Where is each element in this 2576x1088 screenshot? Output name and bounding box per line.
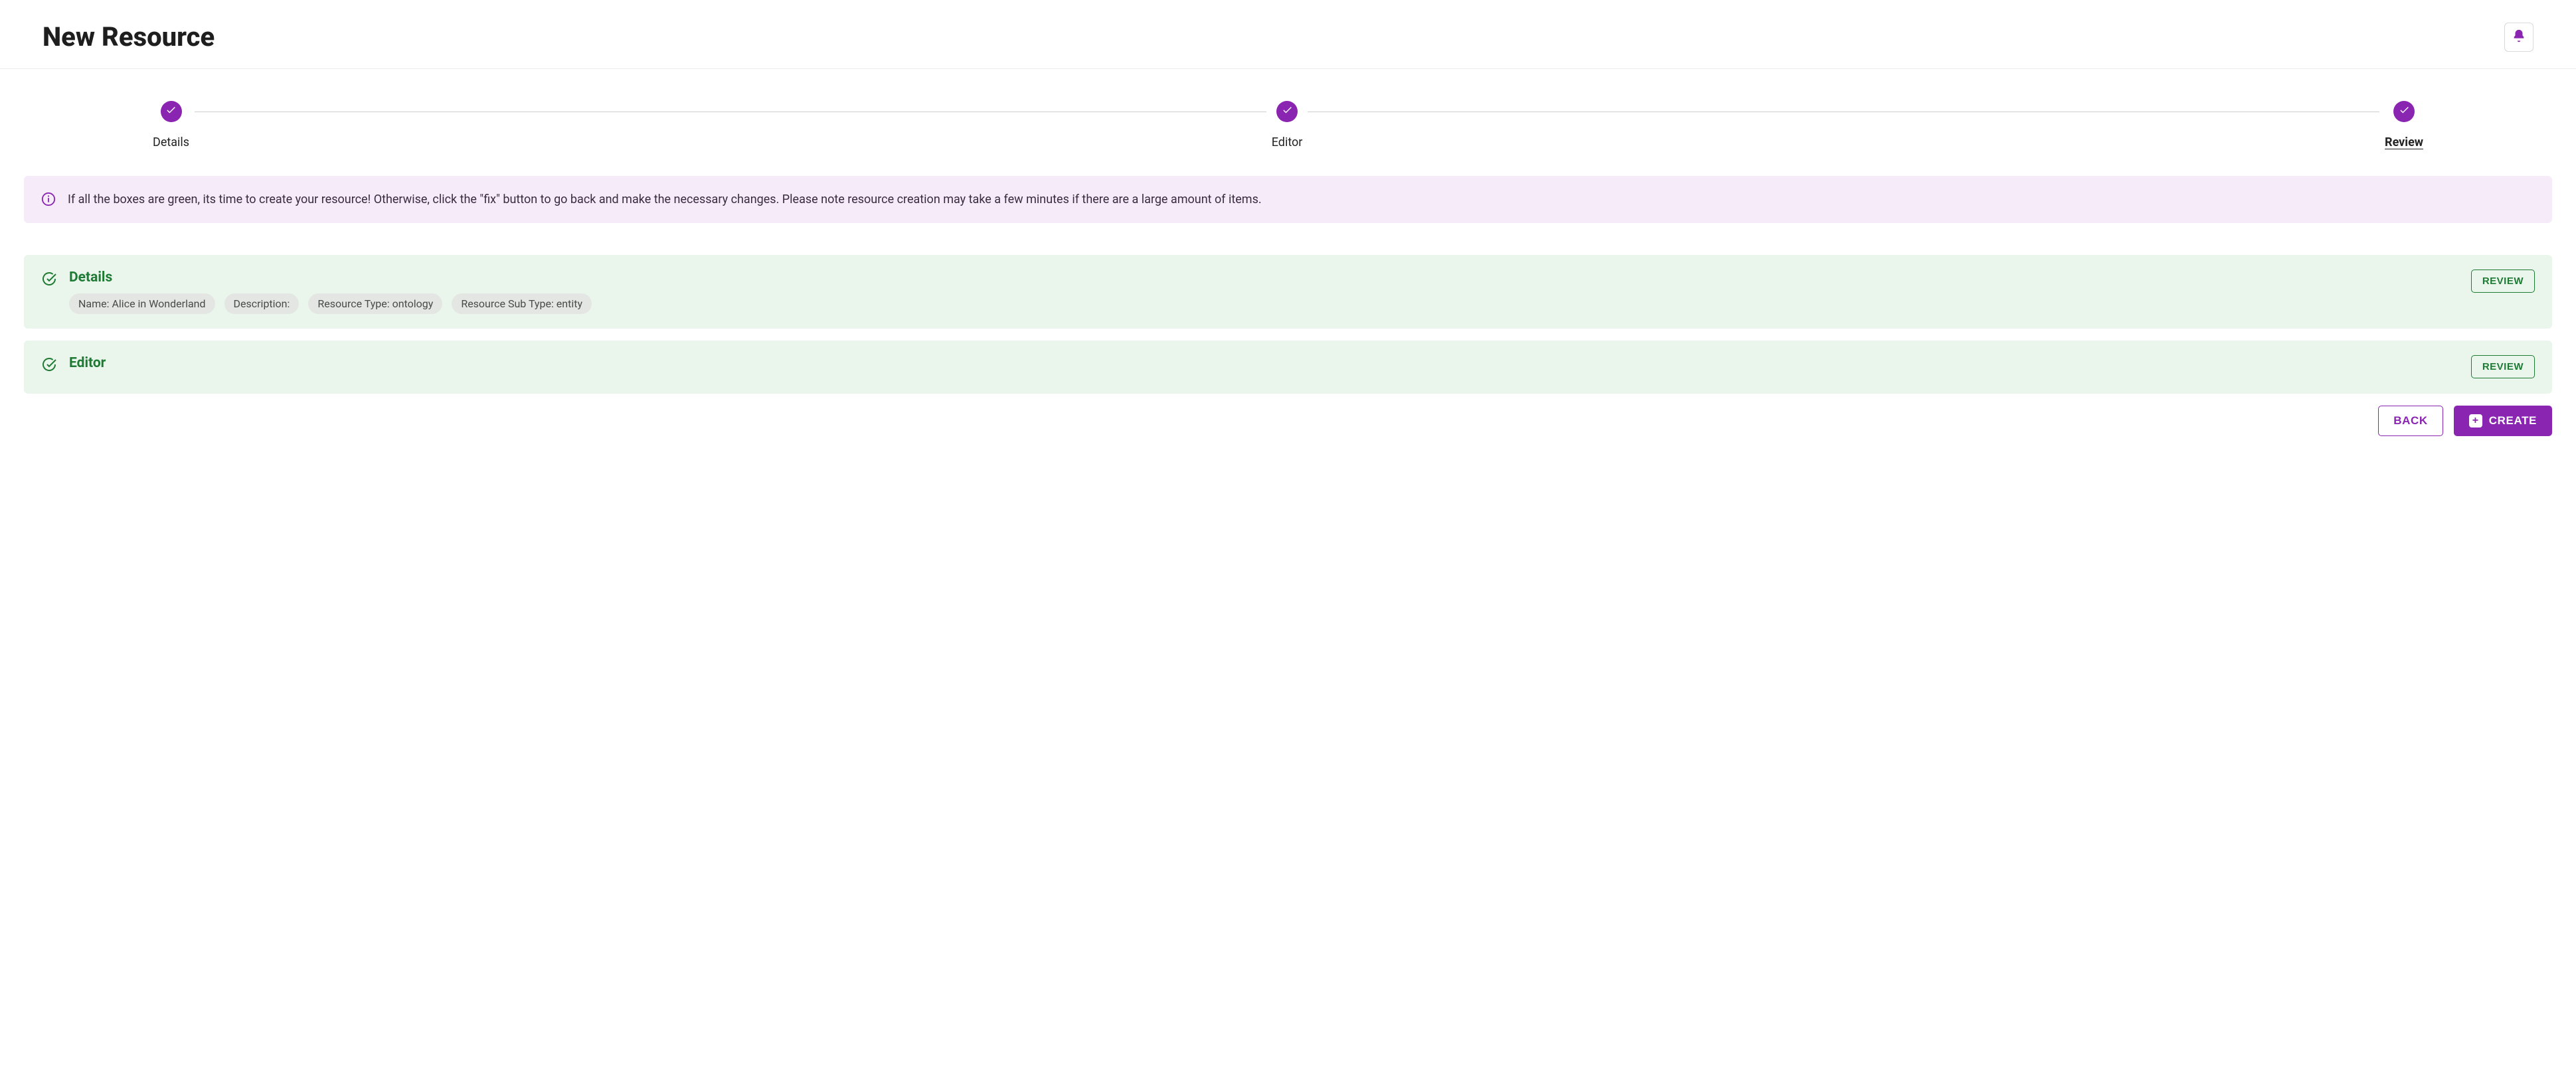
chip-name: Name: Alice in Wonderland xyxy=(69,293,215,314)
chip-description: Description: xyxy=(224,293,300,314)
content-area: If all the boxes are green, its time to … xyxy=(0,176,2576,463)
step-circle xyxy=(2393,101,2415,122)
chip-resource-subtype: Resource Sub Type: entity xyxy=(452,293,592,314)
review-editor-button[interactable]: REVIEW xyxy=(2471,355,2535,378)
info-banner: If all the boxes are green, its time to … xyxy=(24,176,2552,223)
success-check-icon xyxy=(41,271,57,287)
card-title: Details xyxy=(69,270,2459,285)
card-title: Editor xyxy=(69,355,2459,371)
info-icon xyxy=(41,192,56,206)
review-card-details: Details Name: Alice in Wonderland Descri… xyxy=(24,255,2552,329)
step-details[interactable]: Details xyxy=(153,101,189,149)
step-label: Editor xyxy=(1272,135,1303,149)
step-label: Review xyxy=(2385,135,2423,149)
stepper: Details Editor Review xyxy=(0,69,2576,176)
page-title: New Resource xyxy=(43,21,215,52)
back-button[interactable]: BACK xyxy=(2378,406,2443,436)
step-circle xyxy=(1276,101,1298,122)
step-label: Details xyxy=(153,135,189,149)
check-icon xyxy=(1282,104,1293,119)
review-card-editor: Editor REVIEW xyxy=(24,341,2552,394)
create-button-label: CREATE xyxy=(2489,414,2537,427)
step-editor[interactable]: Editor xyxy=(1272,101,1303,149)
step-review[interactable]: Review xyxy=(2385,101,2423,149)
footer-actions: BACK + CREATE xyxy=(24,406,2552,436)
card-body: Details Name: Alice in Wonderland Descri… xyxy=(69,270,2459,314)
check-icon xyxy=(2399,104,2410,119)
review-details-button[interactable]: REVIEW xyxy=(2471,270,2535,293)
success-check-icon xyxy=(41,356,57,372)
chip-resource-type: Resource Type: ontology xyxy=(308,293,442,314)
check-icon xyxy=(165,104,177,119)
create-button[interactable]: + CREATE xyxy=(2454,406,2552,436)
bell-icon xyxy=(2512,29,2526,45)
chip-list: Name: Alice in Wonderland Description: R… xyxy=(69,293,2459,314)
page-header: New Resource xyxy=(0,0,2576,69)
card-body: Editor xyxy=(69,355,2459,379)
step-circle xyxy=(161,101,182,122)
plus-icon: + xyxy=(2469,414,2482,427)
notifications-button[interactable] xyxy=(2504,23,2533,52)
banner-text: If all the boxes are green, its time to … xyxy=(68,191,1262,208)
